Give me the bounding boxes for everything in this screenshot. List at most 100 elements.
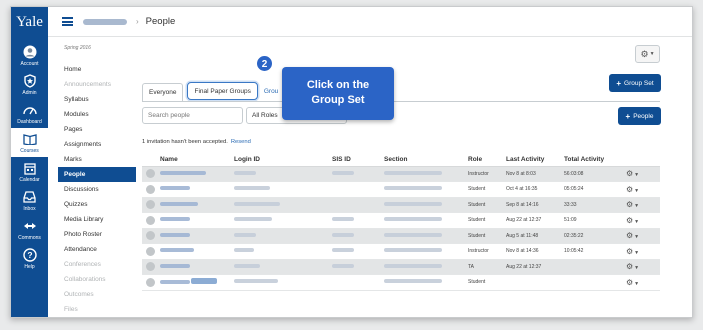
tab-everyone[interactable]: Everyone xyxy=(142,83,184,101)
avatar[interactable] xyxy=(146,184,155,194)
row-actions-cell[interactable]: ⚙▼ xyxy=(626,228,660,244)
name-cell[interactable] xyxy=(160,166,234,182)
gear-icon[interactable]: ⚙ xyxy=(626,200,633,209)
column-header-role[interactable]: Role xyxy=(468,153,506,167)
global-nav-calendar[interactable]: Calendar xyxy=(11,157,48,186)
column-header-total-activity[interactable]: Total Activity xyxy=(564,153,626,167)
row-actions-cell[interactable]: ⚙▼ xyxy=(626,197,660,213)
breadcrumb-page: People xyxy=(145,16,176,27)
global-nav-courses[interactable]: Courses xyxy=(11,128,48,157)
course-nav-home[interactable]: Home xyxy=(58,62,136,77)
tabs-divider xyxy=(142,101,660,102)
column-header-last-activity[interactable]: Last Activity xyxy=(506,153,564,167)
redacted-section xyxy=(384,201,442,206)
redacted-name[interactable] xyxy=(160,263,190,268)
redacted-name[interactable] xyxy=(160,232,190,237)
course-nav-conferences[interactable]: Conferences xyxy=(58,257,136,272)
login-id-cell xyxy=(234,228,332,244)
gear-icon[interactable]: ⚙ xyxy=(626,169,633,178)
breadcrumb-course-redacted[interactable] xyxy=(83,18,127,25)
avatar[interactable] xyxy=(146,262,155,272)
gear-icon[interactable]: ⚙ xyxy=(626,278,633,287)
row-actions-cell[interactable]: ⚙▼ xyxy=(626,274,660,291)
global-nav-dashboard[interactable]: Dashboard xyxy=(11,99,48,128)
course-nav-pages[interactable]: Pages xyxy=(58,122,136,137)
total-activity-cell xyxy=(564,274,626,291)
total-activity-cell xyxy=(564,259,626,275)
name-cell[interactable] xyxy=(160,197,234,213)
avatar[interactable] xyxy=(146,169,155,179)
course-nav-discussions[interactable]: Discussions xyxy=(58,182,136,197)
tab-final-paper-groups[interactable]: Final Paper Groups xyxy=(187,82,258,100)
row-actions-cell[interactable]: ⚙▼ xyxy=(626,212,660,229)
avatar[interactable] xyxy=(146,200,155,210)
name-cell[interactable] xyxy=(160,228,234,244)
avatar[interactable] xyxy=(146,246,155,256)
hamburger-menu-icon[interactable] xyxy=(62,17,73,26)
redacted-name[interactable] xyxy=(160,170,206,175)
tab-group-partial[interactable]: Grou xyxy=(261,83,281,101)
row-actions-cell[interactable]: ⚙▼ xyxy=(626,181,660,198)
column-header-sis-id[interactable]: SIS ID xyxy=(332,153,384,167)
global-nav-inbox[interactable]: Inbox xyxy=(11,186,48,215)
search-people-input[interactable]: Search people xyxy=(142,107,243,124)
page-settings-button[interactable]: ⚙ ▼ xyxy=(635,45,660,63)
redacted-name[interactable] xyxy=(160,217,190,222)
course-nav-outcomes[interactable]: Outcomes xyxy=(58,287,136,302)
callout-line-1: Click on the xyxy=(306,79,370,91)
global-nav-account[interactable]: Account xyxy=(11,41,48,70)
redacted-name[interactable] xyxy=(160,280,190,285)
section-cell xyxy=(384,228,468,244)
course-nav-collaborations[interactable]: Collaborations xyxy=(58,272,136,287)
callout-line-2: Group Set xyxy=(311,94,365,106)
global-nav-commons[interactable]: Commons xyxy=(11,215,48,244)
name-cell[interactable] xyxy=(160,259,234,275)
add-people-button[interactable]: + People xyxy=(618,107,661,125)
add-group-set-button[interactable]: + Group Set xyxy=(609,74,661,92)
column-header-section[interactable]: Section xyxy=(384,153,468,167)
gear-icon[interactable]: ⚙ xyxy=(626,262,633,271)
course-nav-marks[interactable]: Marks xyxy=(58,152,136,167)
resend-link[interactable]: Resend xyxy=(231,139,251,145)
name-cell[interactable] xyxy=(160,243,234,260)
global-nav-admin[interactable]: Admin xyxy=(11,70,48,99)
yale-logo[interactable]: Yale xyxy=(11,7,48,41)
course-nav-assignments[interactable]: Assignments xyxy=(58,137,136,152)
name-cell[interactable] xyxy=(160,212,234,229)
course-nav-announcements[interactable]: Announcements xyxy=(58,77,136,92)
course-nav-photo-roster[interactable]: Photo Roster xyxy=(58,227,136,242)
avatar[interactable] xyxy=(146,215,155,225)
caret-down-icon: ▼ xyxy=(634,218,640,225)
redacted-name[interactable] xyxy=(160,248,194,253)
course-nav-people[interactable]: People xyxy=(58,167,136,182)
redacted-name[interactable] xyxy=(160,186,190,191)
help-icon: ? xyxy=(22,248,38,262)
global-nav-label: Courses xyxy=(20,148,39,154)
name-cell[interactable] xyxy=(160,181,234,198)
column-header-name[interactable]: Name xyxy=(160,153,234,167)
course-nav-quizzes[interactable]: Quizzes xyxy=(58,197,136,212)
course-nav-syllabus[interactable]: Syllabus xyxy=(58,92,136,107)
gear-icon[interactable]: ⚙ xyxy=(626,216,633,225)
gear-icon[interactable]: ⚙ xyxy=(626,231,633,240)
course-nav-modules[interactable]: Modules xyxy=(58,107,136,122)
column-header-login-id[interactable]: Login ID xyxy=(234,153,332,167)
redacted-name[interactable] xyxy=(160,201,198,206)
course-nav-files[interactable]: Files xyxy=(58,302,136,317)
name-cell[interactable] xyxy=(160,274,234,291)
row-actions-cell[interactable]: ⚙▼ xyxy=(626,259,660,275)
redacted-login-id xyxy=(234,217,272,222)
gear-icon[interactable]: ⚙ xyxy=(626,185,633,194)
role-cell: Student xyxy=(468,274,506,291)
global-nav-help[interactable]: ? Help xyxy=(11,244,48,273)
course-nav-attendance[interactable]: Attendance xyxy=(58,242,136,257)
gear-icon[interactable]: ⚙ xyxy=(626,247,633,256)
course-nav-media-library[interactable]: Media Library xyxy=(58,212,136,227)
avatar-cell xyxy=(142,243,160,260)
avatar[interactable] xyxy=(146,277,155,287)
avatar[interactable] xyxy=(146,231,155,241)
role-cell: Student xyxy=(468,197,506,213)
row-actions-cell[interactable]: ⚙▼ xyxy=(626,243,660,260)
section-cell xyxy=(384,243,468,260)
row-actions-cell[interactable]: ⚙▼ xyxy=(626,166,660,182)
